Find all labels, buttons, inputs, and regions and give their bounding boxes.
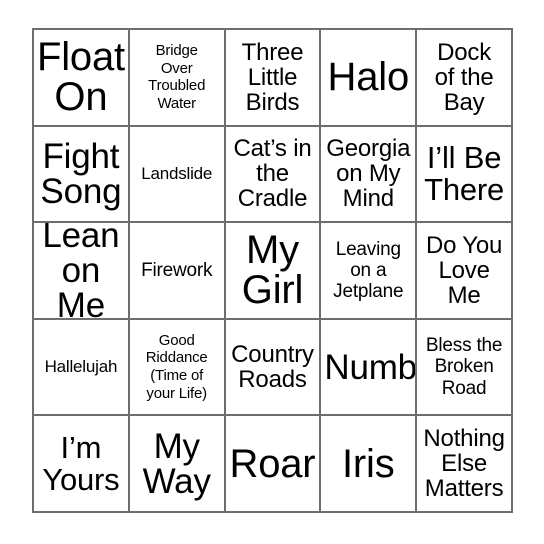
bingo-card-grid: Float On Bridge Over Troubled Water Three … [32,28,513,513]
bingo-cell-label: Country Roads [231,340,314,394]
bingo-cell-r3c3[interactable]: My Girl [225,223,322,320]
bingo-cell-label: Halo [327,55,410,100]
bingo-cell-label: Float On [37,35,125,120]
bingo-cell-label: Lean on Me [42,223,120,320]
bingo-cell-r1c3[interactable]: Three Little Birds [225,30,322,127]
bingo-cell-r2c2[interactable]: Landslide [129,126,226,224]
bingo-cell-label: My Way [142,426,211,501]
bingo-cell-r4c5[interactable]: Bless the Broken Road [417,319,513,417]
bingo-cell-r2c5[interactable]: I’ll Be There [417,126,513,224]
bingo-cell-label: Do You Love Me [425,231,503,310]
bingo-cell-label: Three Little Birds [241,38,304,116]
bingo-cell-label: Nothing Else Matters [423,424,505,503]
bingo-cell-label: Bless the Broken Road [425,335,503,399]
bingo-cell-r3c2[interactable]: Firework [129,223,226,320]
bingo-cell-label: Numb [324,347,417,387]
bingo-cell-r1c5[interactable]: Dock of the Bay [417,30,513,127]
bingo-cell-label: Leaving on a Jetplane [333,238,404,303]
bingo-cell-r5c4[interactable]: Iris [321,416,418,513]
bingo-cell-r1c4[interactable]: Halo [321,30,418,127]
bingo-cell-label: Landslide [141,164,213,184]
bingo-cell-label: Iris [342,441,395,486]
bingo-cell-label: My Girl [241,228,304,313]
bingo-cell-label: Bridge Over Troubled Water [148,41,206,112]
bingo-cell-label: Good Riddance (Time of your Life) [145,331,208,402]
bingo-cell-label: Roar [229,441,316,486]
bingo-cell-r4c1[interactable]: Hallelujah [34,319,130,417]
bingo-cell-r2c1[interactable]: Fight Song [34,126,130,224]
bingo-cell-r5c1[interactable]: I’m Yours [34,416,130,513]
bingo-cell-label: Dock of the Bay [434,38,494,116]
bingo-cell-r5c3[interactable]: Roar [225,416,322,513]
bingo-cell-r5c5[interactable]: Nothing Else Matters [417,416,513,513]
bingo-cell-label: Fight Song [40,136,122,211]
bingo-cell-r4c4[interactable]: Numb [321,319,418,417]
bingo-cell-r3c5[interactable]: Do You Love Me [417,223,513,320]
bingo-cell-label: I’ll Be There [424,140,505,207]
bingo-cell-r2c3[interactable]: Cat’s in the Cradle [225,126,322,224]
bingo-cell-r3c4[interactable]: Leaving on a Jetplane [321,223,418,320]
bingo-cell-r1c1[interactable]: Float On [34,30,130,127]
bingo-cell-label: Hallelujah [44,357,118,377]
bingo-cell-r4c2[interactable]: Good Riddance (Time of your Life) [129,319,226,417]
bingo-cell-label: Georgia on My Mind [326,135,411,213]
bingo-cell-label: I’m Yours [42,430,120,497]
bingo-cell-r1c2[interactable]: Bridge Over Troubled Water [129,30,226,127]
bingo-cell-r5c2[interactable]: My Way [129,416,226,513]
bingo-cell-label: Cat’s in the Cradle [233,135,312,213]
bingo-cell-r3c1[interactable]: Lean on Me [34,223,130,320]
bingo-cell-r4c3[interactable]: Country Roads [225,319,322,417]
bingo-cell-label: Firework [141,259,213,281]
bingo-cell-r2c4[interactable]: Georgia on My Mind [321,126,418,224]
